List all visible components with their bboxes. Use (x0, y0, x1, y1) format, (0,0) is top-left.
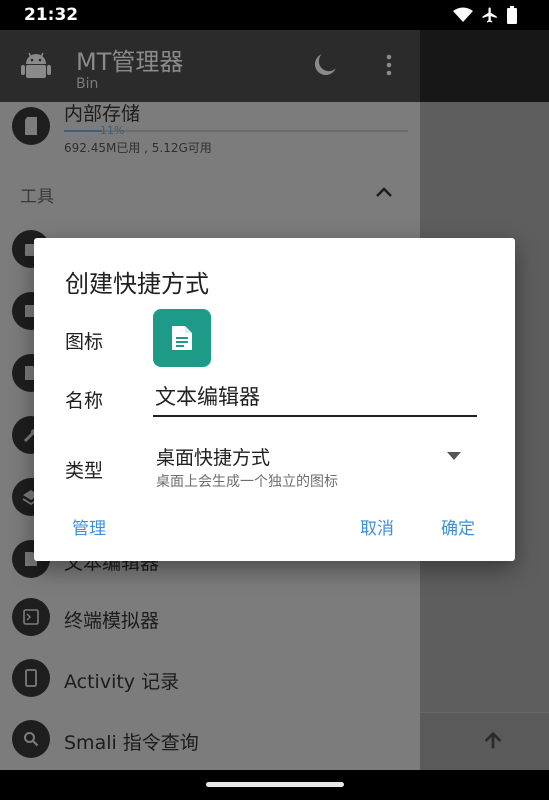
dropdown-arrow-icon (447, 452, 461, 460)
right-pane-header (420, 30, 549, 102)
shortcut-icon-picker[interactable] (153, 309, 211, 367)
app-title: MT管理器 (76, 48, 184, 76)
type-select[interactable]: 桌面快捷方式 桌面上会生成一个独立的图标 (153, 436, 477, 494)
dialog-title: 创建快捷方式 (65, 270, 209, 298)
storage-detail: 692.45M已用 , 5.12G可用 (64, 141, 212, 155)
phone-icon (12, 659, 50, 697)
manage-button[interactable]: 管理 (72, 514, 106, 539)
storage-label[interactable]: 内部存储 (64, 102, 140, 126)
name-label: 名称 (65, 390, 104, 412)
status-bar: 21:32 (0, 0, 549, 30)
scroll-top-button[interactable] (420, 712, 549, 770)
cancel-button[interactable]: 取消 (360, 514, 394, 539)
airplane-icon (482, 7, 497, 23)
type-description: 桌面上会生成一个独立的图标 (156, 474, 338, 490)
sd-card-icon (12, 107, 50, 145)
navigation-bar (0, 770, 549, 800)
drawer-item-activity-log[interactable]: Activity 记录 (64, 667, 179, 694)
status-icons (453, 6, 517, 24)
app-subtitle: Bin (76, 76, 99, 92)
type-label: 类型 (65, 460, 104, 482)
section-title-tools: 工具 (20, 187, 54, 207)
terminal-icon (12, 598, 50, 636)
storage-percent: 11% (100, 124, 125, 137)
create-shortcut-dialog: 创建快捷方式 图标 名称 类型 桌面快捷方式 桌面上会生成一个独立的图标 管理 … (34, 238, 515, 561)
drawer-item-smali-lookup[interactable]: Smali 指令查询 (64, 728, 199, 755)
arrow-up-icon (484, 731, 502, 749)
icon-label: 图标 (65, 331, 104, 353)
ok-button[interactable]: 确定 (441, 514, 475, 539)
status-time: 21:32 (24, 5, 79, 25)
storage-progress-fill (64, 130, 102, 132)
home-handle[interactable] (206, 782, 344, 787)
more-vert-icon[interactable] (380, 52, 398, 78)
type-value: 桌面快捷方式 (156, 447, 271, 469)
document-icon (172, 326, 192, 350)
app-bar: MT管理器 Bin (0, 30, 420, 102)
battery-icon (507, 6, 517, 24)
name-input[interactable] (153, 377, 477, 417)
moon-icon[interactable] (312, 52, 338, 78)
search-icon (12, 720, 50, 758)
drawer-item-terminal[interactable]: 终端模拟器 (64, 606, 159, 633)
wifi-icon (453, 7, 473, 22)
chevron-up-icon[interactable] (374, 182, 394, 202)
android-icon (21, 52, 51, 78)
